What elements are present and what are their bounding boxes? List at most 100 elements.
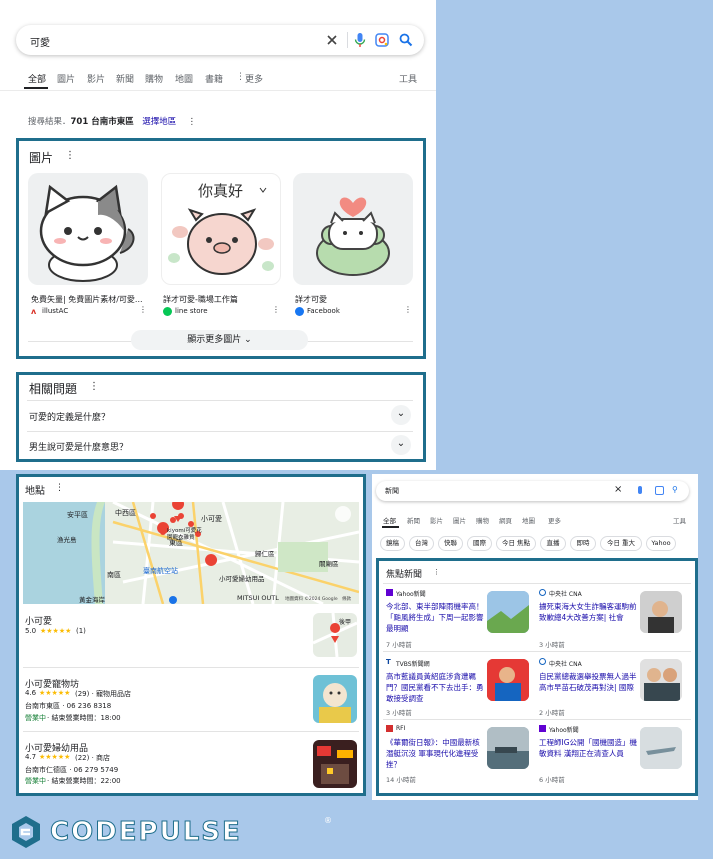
news-chip-4[interactable]: 國際	[467, 536, 492, 551]
news-lens-icon[interactable]	[655, 486, 664, 495]
lens-icon[interactable]	[375, 33, 389, 47]
question-1-chevron-icon[interactable]: ⌄	[391, 405, 411, 425]
news-active-tab-indicator	[382, 526, 399, 528]
images-heading: 圖片	[29, 151, 54, 165]
news-tab-maps[interactable]: 地圖	[522, 515, 535, 525]
news-6-source-icon	[539, 725, 546, 732]
place-1-thumb-label: 後甲	[339, 619, 352, 626]
image-card-2[interactable]: 你真好	[161, 173, 281, 285]
show-more-images-button[interactable]: 顯示更多圖片 ⌄	[131, 330, 308, 350]
place-3-thumbnail[interactable]	[313, 740, 357, 788]
news-chip-9[interactable]: Yahoo	[646, 536, 676, 551]
map-label-xiaokeai: 小可愛	[201, 515, 222, 523]
news-chip-8[interactable]: 今日 重大	[600, 536, 642, 551]
news-tab-all[interactable]: 全部	[383, 515, 396, 525]
news-search-input[interactable]: 新聞	[385, 486, 399, 496]
news-chip-3[interactable]: 快聯	[438, 536, 463, 551]
tab-more[interactable]: 更多	[245, 72, 263, 85]
image-card-3-source: Facebook	[307, 307, 340, 315]
change-location-link[interactable]: 選擇地區	[142, 117, 176, 127]
news-tab-news[interactable]: 新聞	[407, 515, 420, 525]
news-5-title[interactable]: 《華爾街日報》：中國最新核潛艇沉沒 軍事現代化進程受挫？	[386, 737, 486, 770]
image-card-1-title[interactable]: 免費矢量| 免費圖片素材/可愛...	[31, 294, 143, 305]
news-3-thumbnail[interactable]	[487, 659, 529, 701]
news-chip-7[interactable]: 即時	[570, 536, 596, 551]
facebook-icon	[295, 307, 304, 316]
question-1[interactable]: 可愛的定義是什麼？	[29, 410, 110, 423]
place-3-open: 營業中	[25, 777, 46, 785]
tab-books[interactable]: 書籍	[205, 72, 223, 85]
place-2-stars: ★★★★★	[39, 689, 71, 697]
news-3-title[interactable]: 高市藍議員黃紹庭涉貪遭羈門？國民黨看不下去出手：勇敢接受調查	[386, 671, 486, 704]
news-6-thumbnail[interactable]	[640, 727, 682, 769]
news-5-time: 14 小時前	[386, 776, 416, 784]
location-menu-icon[interactable]: ⋮	[179, 117, 196, 127]
place-1-name[interactable]: 小可愛	[25, 614, 52, 627]
show-more-images-label: 顯示更多圖片	[187, 335, 242, 345]
place-1-rating: 5.0	[25, 627, 37, 635]
news-clear-icon[interactable]: ×	[614, 484, 622, 495]
map-label-guanmiao: 關廟區	[319, 560, 339, 568]
image-card-2-title[interactable]: 詳才可愛-職場工作篇	[163, 294, 238, 305]
question-2[interactable]: 男生說可愛是什麼意思？	[29, 440, 128, 453]
image-card-3[interactable]	[293, 173, 413, 285]
clear-icon[interactable]	[325, 33, 339, 47]
news-chip-5[interactable]: 今日 焦點	[496, 536, 536, 551]
line-icon	[163, 307, 172, 316]
news-chip-2[interactable]: 台灣	[409, 536, 434, 551]
news-6-time: 6 小時前	[539, 776, 565, 784]
news-4-thumbnail[interactable]	[640, 659, 682, 701]
places-heading: 地點	[25, 486, 45, 497]
news-tab-more[interactable]: 更多	[548, 515, 561, 525]
tab-all[interactable]: 全部	[28, 72, 46, 85]
mic-icon[interactable]	[354, 32, 366, 48]
map-label-kiyomi: kiyomi可愛花園寵衣雜貨	[167, 528, 202, 541]
news-tab-images[interactable]: 圖片	[453, 515, 466, 525]
questions-heading: 相關問題	[29, 382, 78, 396]
news-2-title[interactable]: 擄死東海大女生詐騙客運駒前致歉總4大改善方案| 社會	[539, 601, 639, 623]
image-card-3-title[interactable]: 詳才可愛	[295, 294, 327, 305]
news-1-thumbnail[interactable]	[487, 591, 529, 633]
news-5-thumbnail[interactable]	[487, 727, 529, 769]
news-tab-shopping[interactable]: 購物	[476, 515, 489, 525]
question-2-chevron-icon[interactable]: ⌄	[391, 435, 411, 455]
news-search-icon[interactable]: ⚲	[672, 485, 678, 494]
news-tab-videos[interactable]: 影片	[430, 515, 443, 525]
search-icon[interactable]	[399, 33, 413, 47]
search-input[interactable]: 可愛	[30, 34, 50, 49]
place-divider-1	[23, 667, 359, 668]
questions-menu-icon[interactable]: ⋮	[89, 381, 99, 392]
news-tools-button[interactable]: 工具	[673, 515, 686, 525]
image-card-2-menu-icon[interactable]: ⋮	[272, 305, 280, 314]
images-menu-icon[interactable]: ⋮	[65, 150, 75, 161]
news-mic-icon[interactable]	[638, 486, 642, 494]
news-tab-web[interactable]: 網頁	[499, 515, 512, 525]
news-1-time: 7 小時前	[386, 641, 412, 649]
map-label-gold-coast: 黃金海岸	[79, 596, 105, 604]
more-dots-icon[interactable]: ⋮	[236, 72, 245, 82]
chevron-down-icon: ⌄	[244, 335, 252, 345]
image-card-1[interactable]	[28, 173, 148, 285]
tab-videos[interactable]: 影片	[87, 72, 105, 85]
image-card-1-menu-icon[interactable]: ⋮	[139, 305, 147, 314]
news-4-title[interactable]: 自民黨總裁選舉投票無人過半高市早苗石破茂再對決| 國際	[539, 671, 639, 693]
news-chip-1[interactable]: 鏡稿	[380, 536, 405, 551]
places-menu-icon[interactable]: ⋮	[55, 483, 64, 493]
related-questions-section: 相關問題 ⋮ 可愛的定義是什麼？ ⌄ 男生說可愛是什麼意思？ ⌄	[16, 372, 426, 462]
news-6-title[interactable]: 工程師IG公開「國機國造」機敏資料 漢翔正在清查人員	[539, 737, 639, 759]
tab-images[interactable]: 圖片	[57, 72, 75, 85]
place-1-thumbnail[interactable]: 後甲	[313, 613, 357, 657]
tab-shopping[interactable]: 購物	[145, 72, 163, 85]
tab-news[interactable]: 新聞	[116, 72, 134, 85]
place-2-thumbnail[interactable]	[313, 675, 357, 723]
news-chip-6[interactable]: 直播	[540, 536, 566, 551]
places-map[interactable]: 安平區 中西區 小可愛 東區 漁光島 kiyomi可愛花園寵衣雜貨 臺南航空站 …	[23, 502, 359, 604]
image-card-3-menu-icon[interactable]: ⋮	[404, 305, 412, 314]
top-news-menu-icon[interactable]: ⋮	[433, 568, 440, 576]
tools-button[interactable]: 工具	[399, 72, 417, 85]
news-2-thumbnail[interactable]	[640, 591, 682, 633]
news-1-title[interactable]: 今北部、東半部陣雨機率高！「颱風將生成」下周一起影響最明顯	[386, 601, 486, 634]
tab-maps[interactable]: 地圖	[175, 72, 193, 85]
search-bar[interactable]: 可愛	[16, 25, 424, 55]
news-search-bar[interactable]: 新聞 × ⚲	[376, 481, 689, 501]
